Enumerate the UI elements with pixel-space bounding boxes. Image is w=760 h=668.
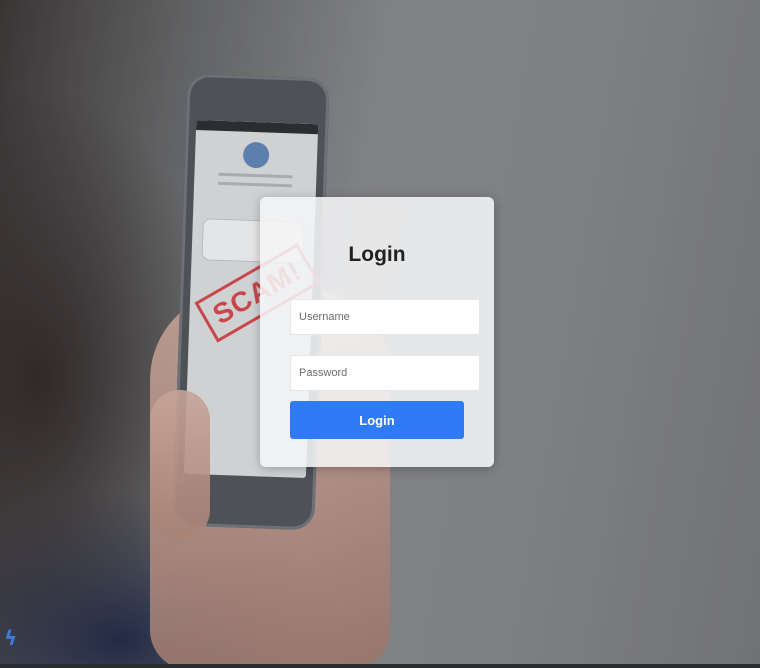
phone-status-bar bbox=[195, 119, 319, 135]
lightning-bolt-icon: ϟ bbox=[4, 626, 18, 650]
phone-avatar bbox=[242, 141, 270, 169]
login-page: SCAM! Login Login ϟ bbox=[0, 0, 760, 668]
username-input[interactable] bbox=[290, 299, 480, 335]
login-title: Login bbox=[348, 243, 406, 266]
login-card: Login Login bbox=[260, 197, 494, 467]
phone-text-line bbox=[218, 172, 293, 179]
login-button[interactable]: Login bbox=[290, 401, 464, 439]
bottom-bar bbox=[0, 664, 760, 668]
background-thumb bbox=[150, 390, 210, 540]
phone-text-line bbox=[218, 181, 293, 188]
password-input[interactable] bbox=[290, 355, 480, 391]
